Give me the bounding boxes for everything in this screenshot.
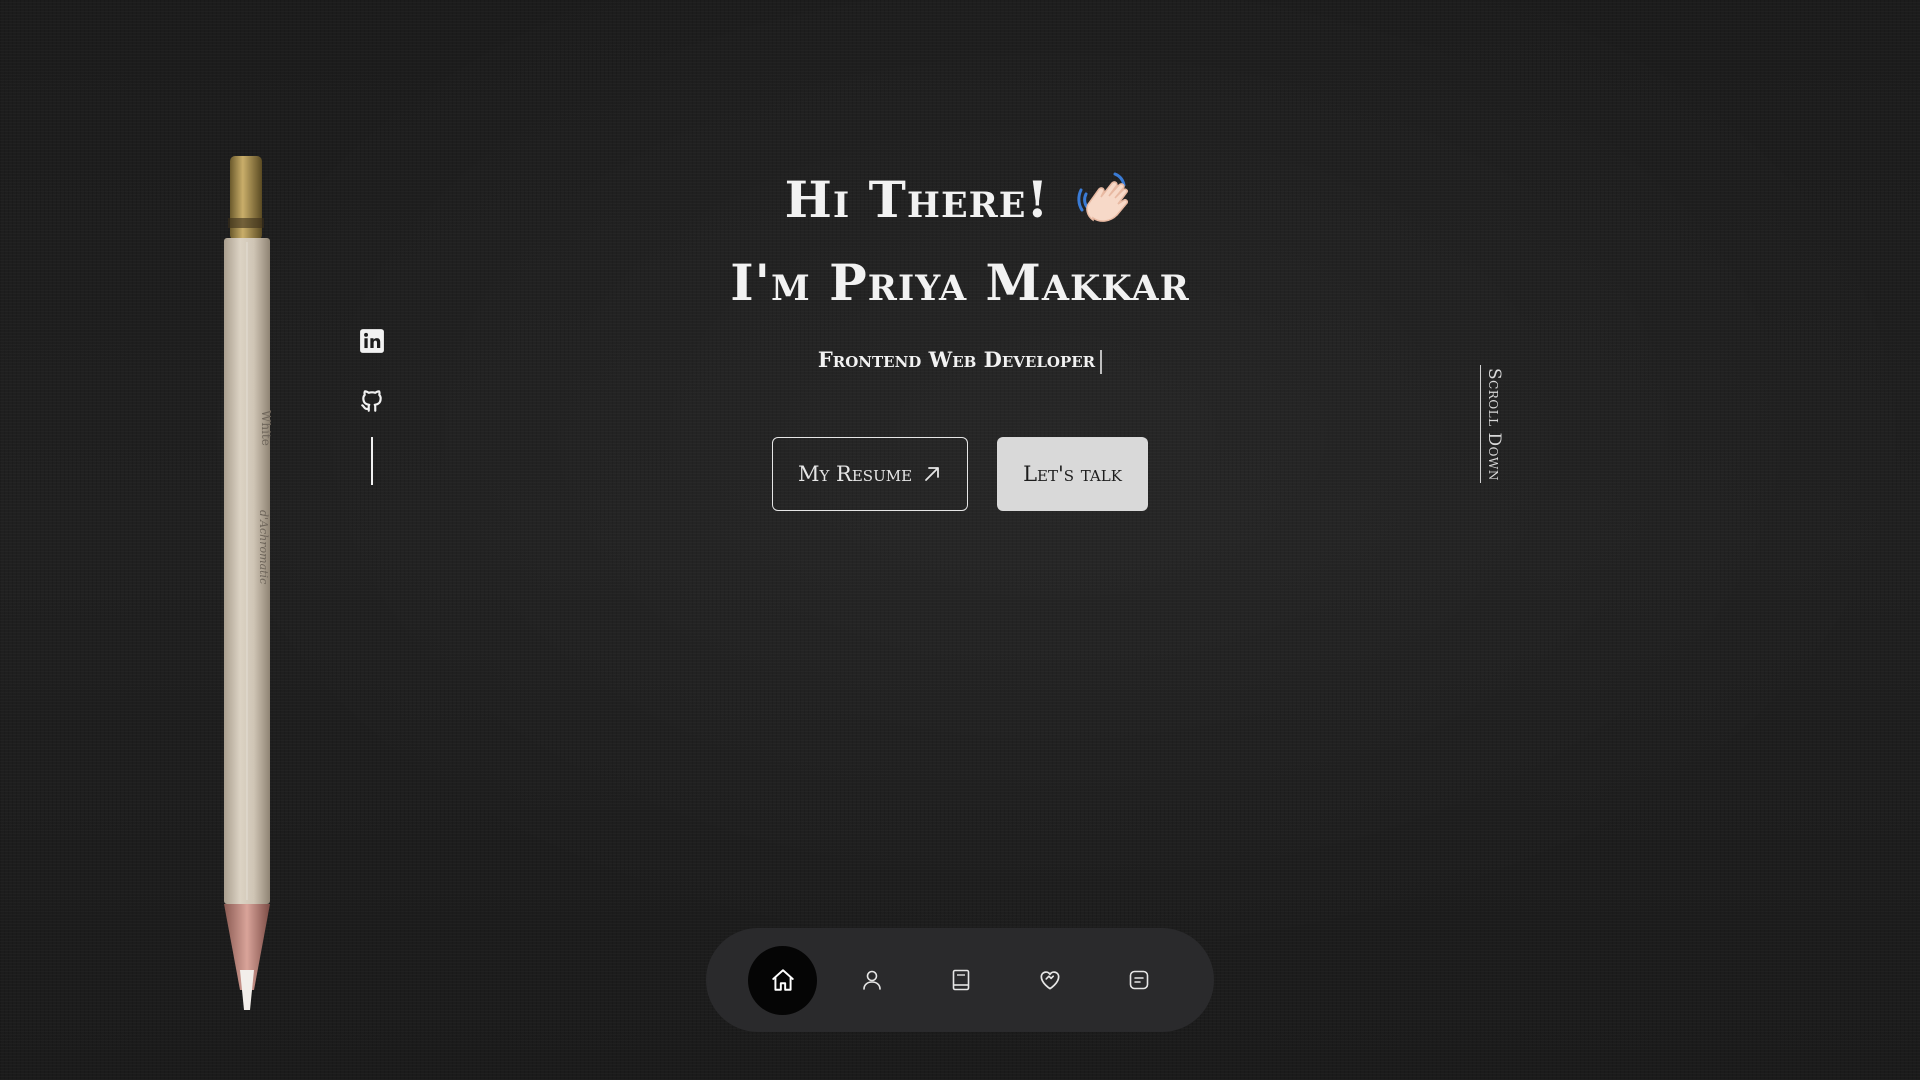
name-heading: I'm Priya Makkar [730, 253, 1190, 312]
message-icon [1129, 970, 1148, 990]
lets-talk-label: Let's talk [1023, 462, 1122, 486]
social-links [356, 325, 388, 485]
resume-label: My Resume [797, 462, 913, 486]
role-line: Frontend Web Developer [660, 346, 1260, 374]
greeting-heading: Hi There! [660, 160, 1260, 240]
nav-resume[interactable] [926, 946, 995, 1015]
pencil-illustration: White d'Achromatic [224, 156, 273, 1010]
resume-button[interactable]: My Resume [772, 437, 968, 511]
home-icon [771, 969, 794, 991]
heart-handshake-icon [1039, 971, 1060, 990]
nav-services[interactable] [1015, 946, 1084, 1015]
nav-contact[interactable] [1104, 946, 1173, 1015]
hero-actions: My Resume Let's talk [772, 437, 1148, 511]
scroll-down-link[interactable]: Scroll Down [1480, 365, 1507, 483]
github-icon [361, 390, 382, 412]
arrow-up-right-icon [925, 467, 939, 481]
github-link[interactable] [356, 385, 388, 417]
nav-about[interactable] [837, 946, 906, 1015]
user-icon [862, 970, 881, 990]
greeting-text: Hi There! [784, 170, 1050, 229]
svg-text:d'Achromatic: d'Achromatic [257, 510, 270, 584]
book-icon [952, 969, 969, 991]
scroll-down-label: Scroll Down [1484, 367, 1504, 481]
hero-section: Hi There! I'm Priya Makkar Frontend Web … [660, 160, 1260, 374]
linkedin-icon [360, 329, 384, 353]
typing-cursor [1100, 349, 1103, 374]
social-divider [371, 437, 373, 485]
nav-home[interactable] [748, 945, 817, 1015]
waving-hand-icon [1077, 172, 1129, 222]
role-text: Frontend Web Developer [817, 347, 1096, 372]
lets-talk-button[interactable]: Let's talk [997, 437, 1148, 511]
linkedin-link[interactable] [356, 325, 388, 357]
svg-text:White: White [259, 410, 273, 446]
bottom-nav [706, 928, 1214, 1032]
